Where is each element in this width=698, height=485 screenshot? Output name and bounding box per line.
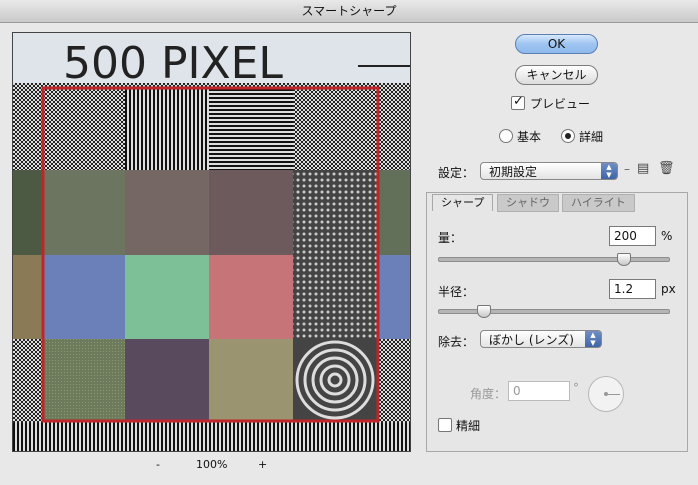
amount-unit: % [661, 229, 673, 243]
zoom-out-button[interactable]: - [156, 458, 160, 471]
zoom-in-button[interactable]: + [258, 458, 267, 471]
window-title: スマートシャープ [0, 0, 698, 23]
save-preset-icon[interactable]: ▤ [637, 161, 649, 176]
advanced-label: 詳細 [579, 130, 604, 144]
basic-radio[interactable] [499, 129, 513, 143]
tab-highlight[interactable]: ハイライト [562, 194, 635, 212]
radius-input[interactable]: 1.2 [609, 279, 656, 299]
ok-button[interactable]: OK [515, 34, 598, 54]
settings-label: 設定： [438, 166, 475, 180]
advanced-radio[interactable] [561, 129, 575, 143]
zoom-level: 100% [196, 458, 228, 471]
angle-unit: ° [573, 381, 579, 395]
angle-label: 角度： [470, 387, 507, 401]
tab-shadow[interactable]: シャドウ [497, 194, 559, 212]
zoom-bar: - 100% + [12, 457, 409, 475]
preview-label: プレビュー [530, 97, 591, 111]
fine-checkbox[interactable] [438, 418, 452, 432]
angle-dial[interactable] [588, 376, 624, 412]
preview-chart-label: 500 PIXEL [63, 38, 283, 89]
preview-image[interactable]: 500 PIXEL [12, 32, 411, 452]
delete-preset-icon[interactable]: 🗑 [658, 161, 675, 176]
remove-label: 除去： [438, 335, 475, 349]
remove-value: ぼかし (レンズ) [489, 333, 574, 347]
tab-sharpen[interactable]: シャープ [432, 194, 494, 211]
radio-selected-dot [565, 133, 571, 139]
radius-label: 半径： [438, 285, 475, 299]
amount-input[interactable]: 200 [609, 226, 656, 246]
checkmark-icon: ✓ [513, 94, 524, 109]
preview-test-chart: 500 PIXEL [13, 33, 410, 451]
angle-input[interactable]: 0 [508, 381, 570, 401]
amount-slider-track[interactable] [438, 257, 670, 262]
cancel-button[interactable]: キャンセル [515, 65, 598, 85]
dial-hub [604, 392, 608, 396]
remove-select[interactable]: ぼかし (レンズ) ▲ ▼ [480, 330, 602, 348]
preview-checkbox[interactable]: ✓ [511, 94, 525, 110]
settings-value: 初期設定 [489, 165, 538, 179]
settings-separator: – [624, 162, 630, 176]
basic-label: 基本 [517, 130, 542, 144]
dial-needle [606, 394, 620, 395]
amount-label: 量： [438, 231, 463, 245]
fine-label: 精細 [456, 419, 481, 433]
settings-select[interactable]: 初期設定 ▲ ▼ [480, 162, 618, 180]
select-arrows-icon: ▲ ▼ [585, 331, 601, 347]
radius-slider-track[interactable] [438, 309, 670, 314]
select-arrows-icon: ▲ ▼ [601, 163, 617, 179]
radius-unit: px [661, 282, 676, 296]
radius-slider-thumb[interactable] [477, 305, 491, 318]
